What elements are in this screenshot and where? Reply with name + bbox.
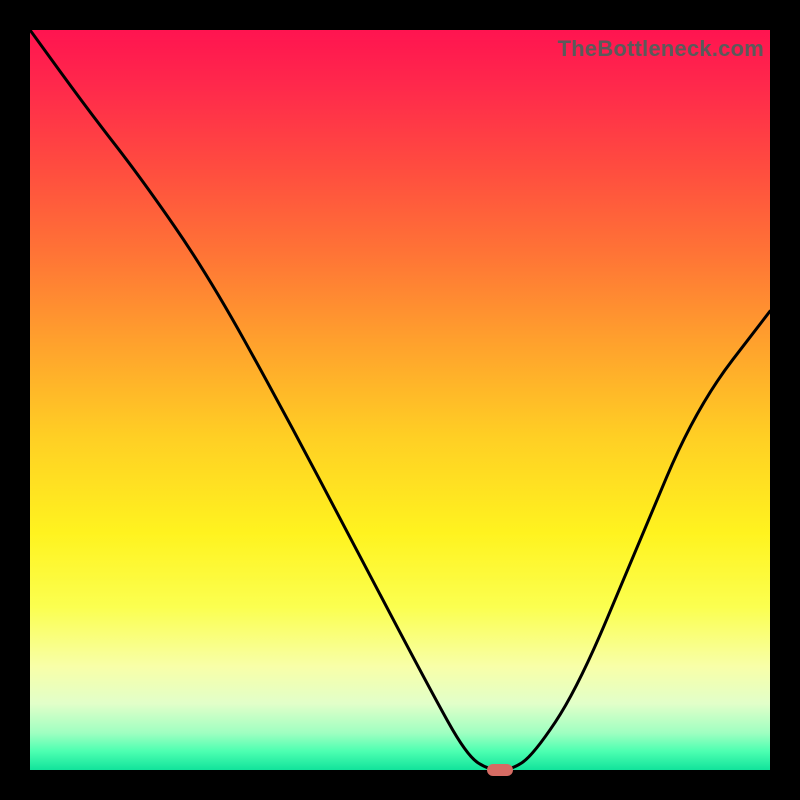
chart-svg [30, 30, 770, 770]
chart-frame: TheBottleneck.com [0, 0, 800, 800]
gradient-rect [30, 30, 770, 770]
watermark-text: TheBottleneck.com [558, 36, 764, 62]
plot-area: TheBottleneck.com [30, 30, 770, 770]
optimal-marker [487, 764, 513, 776]
